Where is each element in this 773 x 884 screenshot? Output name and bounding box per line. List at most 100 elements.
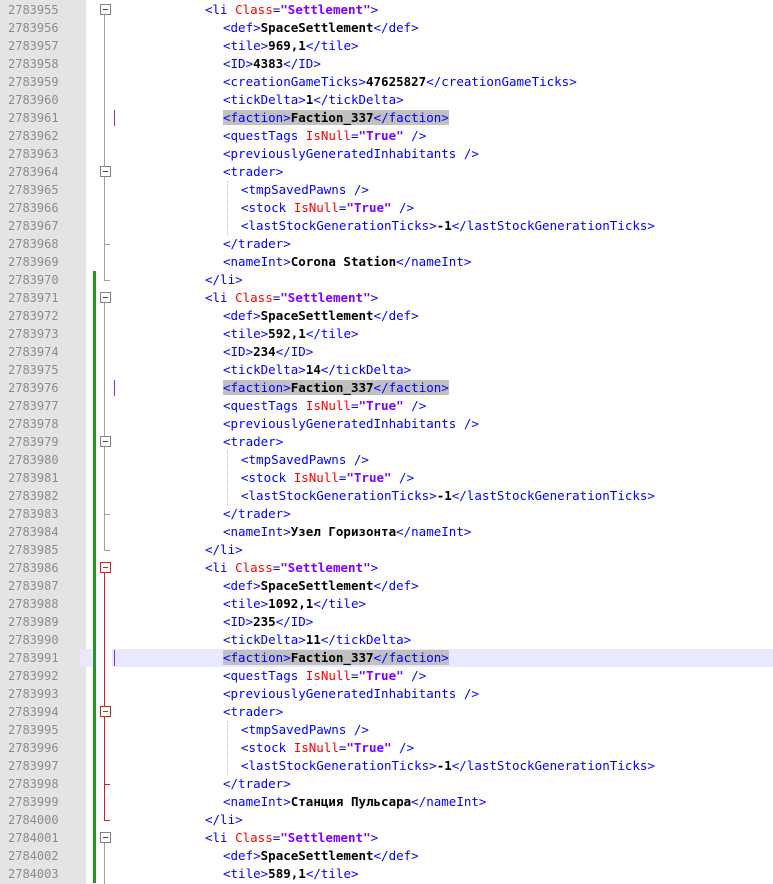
fold-toggle-icon[interactable] (100, 166, 111, 177)
code-line[interactable]: 2783968 </trader> (0, 235, 773, 253)
code-line[interactable]: 2783955 <li Class="Settlement"> (0, 1, 773, 19)
code-text: <nameInt>Узел Горизонта</nameInt> (223, 523, 471, 541)
code-line[interactable]: 2783960 <tickDelta>1</tickDelta> (0, 91, 773, 109)
code-line[interactable]: 2783971 <li Class="Settlement"> (0, 289, 773, 307)
code-text: <tmpSavedPawns /> (241, 181, 369, 199)
code-text: </li> (205, 541, 243, 559)
code-content: <trader> (223, 434, 284, 449)
code-line[interactable]: 2783967 <lastStockGenerationTicks>-1</las… (0, 217, 773, 235)
code-content: <trader> (223, 164, 284, 179)
code-line[interactable]: 2783998 </trader> (0, 775, 773, 793)
code-line[interactable]: 2783972 <def>SpaceSettlement</def> (0, 307, 773, 325)
code-line[interactable]: 2783969 <nameInt>Corona Station</nameInt> (0, 253, 773, 271)
change-marker (93, 775, 96, 793)
line-number: 2783970 (0, 271, 80, 289)
code-line[interactable]: 2783973 <tile>592,1</tile> (0, 325, 773, 343)
code-line[interactable]: 2783962 <questTags IsNull="True" /> (0, 127, 773, 145)
code-line[interactable]: 2784003 <tile>589,1</tile> (0, 865, 773, 883)
code-line[interactable]: 2784002 <def>SpaceSettlement</def> (0, 847, 773, 865)
code-line[interactable]: 2783985 </li> (0, 541, 773, 559)
change-marker (93, 739, 96, 757)
code-line[interactable]: 2783965 <tmpSavedPawns /> (0, 181, 773, 199)
code-line[interactable]: 2783974 <ID>234</ID> (0, 343, 773, 361)
line-number: 2783964 (0, 163, 80, 181)
code-line[interactable]: 2783975 <tickDelta>14</tickDelta> (0, 361, 773, 379)
code-line[interactable]: 2783970 </li> (0, 271, 773, 289)
code-line[interactable]: 2783989 <ID>235</ID> (0, 613, 773, 631)
code-line[interactable]: 2783983 </trader> (0, 505, 773, 523)
change-marker (93, 793, 96, 811)
code-line[interactable]: 2783992 <questTags IsNull="True" /> (0, 667, 773, 685)
code-line[interactable]: 2784001 <li Class="Settlement"> (0, 829, 773, 847)
code-line[interactable]: 2783988 <tile>1092,1</tile> (0, 595, 773, 613)
code-text: <li Class="Settlement"> (205, 289, 378, 307)
code-content: <questTags IsNull="True" /> (223, 668, 427, 683)
code-text: <tickDelta>1</tickDelta> (223, 91, 404, 109)
highlight-pad (114, 649, 223, 667)
change-marker (93, 685, 96, 703)
code-line[interactable]: 2783981 <stock IsNull="True" /> (0, 469, 773, 487)
code-content: <previouslyGeneratedInhabitants /> (223, 416, 479, 431)
code-line[interactable]: 2783997 <lastStockGenerationTicks>-1</las… (0, 757, 773, 775)
code-line[interactable]: 2783986 <li Class="Settlement"> (0, 559, 773, 577)
code-line[interactable]: 2783976 <faction>Faction_337</faction> (0, 379, 773, 397)
code-line[interactable]: 2783963 <previouslyGeneratedInhabitants /… (0, 145, 773, 163)
code-line[interactable]: 2783957 <tile>969,1</tile> (0, 37, 773, 55)
code-line[interactable]: 2783996 <stock IsNull="True" /> (0, 739, 773, 757)
code-line[interactable]: 2783995 <tmpSavedPawns /> (0, 721, 773, 739)
code-text: <li Class="Settlement"> (205, 559, 378, 577)
code-line[interactable]: 2783977 <questTags IsNull="True" /> (0, 397, 773, 415)
line-number: 2783973 (0, 325, 80, 343)
code-line[interactable]: 2783978 <previouslyGeneratedInhabitants /… (0, 415, 773, 433)
code-text: <faction>Faction_337</faction> (223, 379, 449, 397)
code-line[interactable]: 2784000 </li> (0, 811, 773, 829)
code-text: <lastStockGenerationTicks>-1</lastStockG… (241, 217, 655, 235)
code-line[interactable]: 2783984 <nameInt>Узел Горизонта</nameInt> (0, 523, 773, 541)
code-line[interactable]: 2783987 <def>SpaceSettlement</def> (0, 577, 773, 595)
line-number: 2783966 (0, 199, 80, 217)
code-line[interactable]: 2783956 <def>SpaceSettlement</def> (0, 19, 773, 37)
code-line[interactable]: 2783982 <lastStockGenerationTicks>-1</las… (0, 487, 773, 505)
code-line[interactable]: 2783991 <faction>Faction_337</faction> (0, 649, 773, 667)
code-content: <li Class="Settlement"> (205, 830, 379, 845)
code-line[interactable]: 2783999 <nameInt>Станция Пульсара</nameIn… (0, 793, 773, 811)
code-line[interactable]: 2783979 <trader> (0, 433, 773, 451)
fold-toggle-icon[interactable] (100, 706, 111, 717)
fold-toggle-icon[interactable] (100, 832, 111, 843)
code-text: <stock IsNull="True" /> (241, 739, 414, 757)
fold-toggle-icon[interactable] (100, 562, 111, 573)
fold-toggle-icon[interactable] (100, 4, 111, 15)
line-number: 2784002 (0, 847, 80, 865)
change-marker (93, 361, 96, 379)
code-content: <tmpSavedPawns /> (241, 182, 369, 197)
change-marker (93, 649, 96, 667)
code-line[interactable]: 2783980 <tmpSavedPawns /> (0, 451, 773, 469)
code-editor[interactable]: 2783955 <li Class="Settlement"> 2783956 <de… (0, 0, 773, 884)
code-content: <stock IsNull="True" /> (241, 740, 415, 755)
change-marker (93, 811, 96, 829)
line-number: 2783983 (0, 505, 80, 523)
fold-toggle-icon[interactable] (100, 436, 111, 447)
fold-toggle-icon[interactable] (100, 292, 111, 303)
line-number: 2783972 (0, 307, 80, 325)
code-content: <def>SpaceSettlement</def> (223, 20, 419, 35)
fold-end-marker (104, 244, 110, 245)
fold-guide (104, 302, 105, 550)
code-line[interactable]: 2783993 <previouslyGeneratedInhabitants /… (0, 685, 773, 703)
line-number: 2783980 (0, 451, 80, 469)
code-line[interactable]: 2783966 <stock IsNull="True" /> (0, 199, 773, 217)
fold-guide (104, 572, 105, 820)
line-number: 2783993 (0, 685, 80, 703)
line-number: 2783978 (0, 415, 80, 433)
code-text: <creationGameTicks>47625827</creationGam… (223, 73, 577, 91)
code-line[interactable]: 2783964 <trader> (0, 163, 773, 181)
code-line[interactable]: 2783990 <tickDelta>11</tickDelta> (0, 631, 773, 649)
code-text: </li> (205, 271, 243, 289)
code-line[interactable]: 2783959 <creationGameTicks>47625827</crea… (0, 73, 773, 91)
code-line[interactable]: 2783961 <faction>Faction_337</faction> (0, 109, 773, 127)
code-line[interactable]: 2783958 <ID>4383</ID> (0, 55, 773, 73)
code-content: <tickDelta>1</tickDelta> (223, 92, 404, 107)
code-line[interactable]: 2783994 <trader> (0, 703, 773, 721)
change-marker (93, 631, 96, 649)
code-content: <questTags IsNull="True" /> (223, 128, 427, 143)
